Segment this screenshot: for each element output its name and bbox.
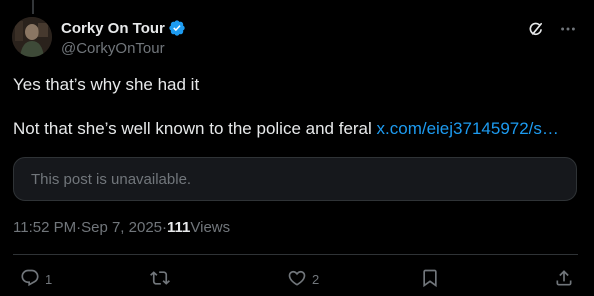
thread-connector-line [32,0,34,14]
bookmark-button[interactable] [420,268,440,291]
post-link[interactable]: x.com/eiej37145972/s… [377,119,559,138]
unavailable-message: This post is unavailable. [31,170,192,188]
post-meta: 11:52 PM · Sep 7, 2025 · 111 Views [13,219,230,236]
post-time[interactable]: 11:52 PM [13,219,76,236]
action-bar: 1 2 [0,266,594,292]
post-date[interactable]: Sep 7, 2025 [81,219,162,236]
post-text-line-2-text: Not that she’s well known to the police … [13,119,377,138]
grok-icon[interactable] [526,19,546,39]
reply-icon [20,268,40,291]
post-header: Corky On Tour @CorkyOnTour [61,17,594,59]
avatar[interactable] [12,17,52,57]
name-row: Corky On Tour [61,17,594,39]
divider [13,254,578,255]
verified-badge-icon[interactable] [168,19,186,37]
post-text-line-1: Yes that’s why she had it [13,75,200,94]
repost-icon [150,268,170,291]
quoted-post-unavailable: This post is unavailable. [13,157,577,201]
share-button[interactable] [554,268,574,291]
post-text-line-2: Not that she’s well known to the police … [13,118,585,140]
repost-button[interactable] [150,268,175,291]
more-icon[interactable] [558,19,578,39]
bookmark-icon [420,268,440,291]
reply-button[interactable]: 1 [20,268,52,291]
post-body: Yes that’s why she had it Not that she’s… [13,74,585,140]
like-button[interactable]: 2 [287,268,319,291]
views-label: Views [190,219,231,236]
top-actions [526,19,578,39]
handle[interactable]: @CorkyOnTour [61,39,594,58]
views-count: 111 [167,219,191,236]
reply-count: 1 [45,272,53,287]
like-count: 2 [312,272,320,287]
like-icon [287,268,307,291]
display-name[interactable]: Corky On Tour [61,20,165,37]
share-icon [554,268,574,291]
